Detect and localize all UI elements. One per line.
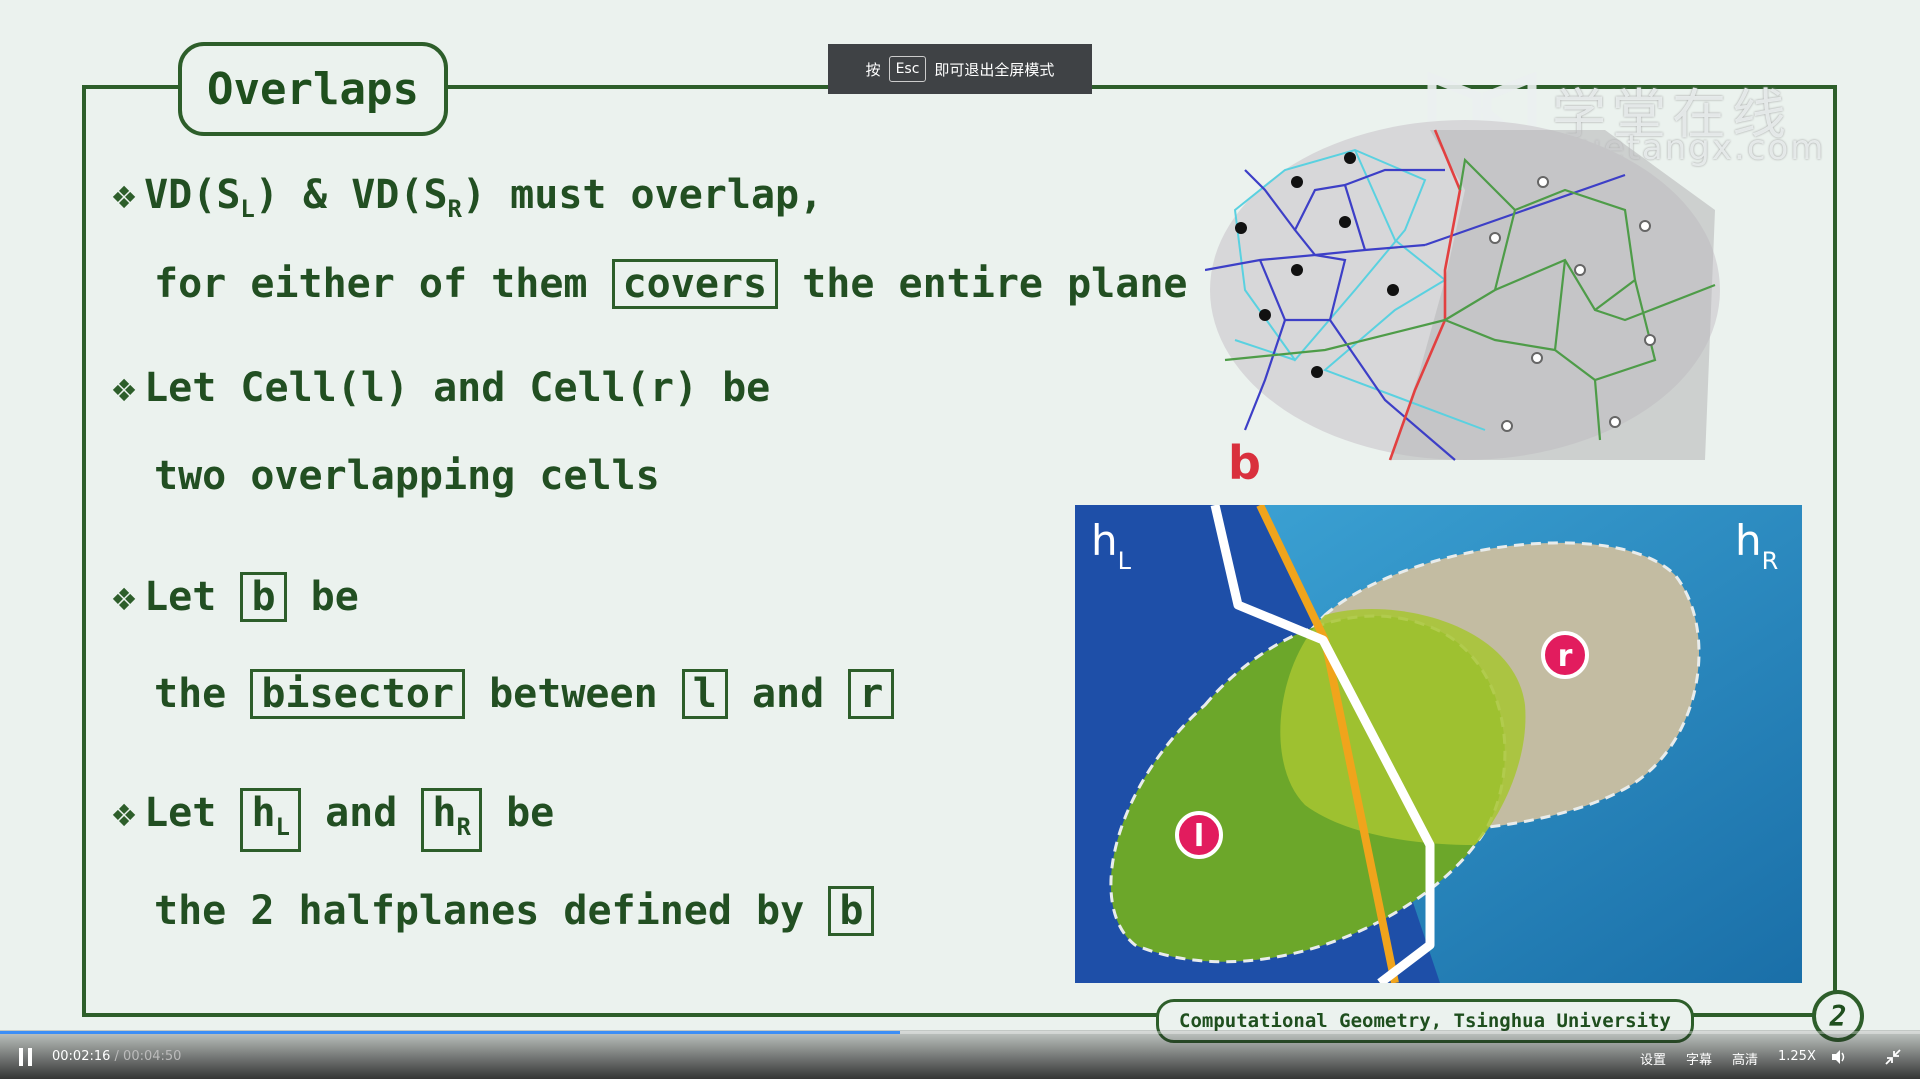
- line-7: ❖ Let hL and hR be: [112, 788, 554, 852]
- r-box: r: [848, 669, 895, 719]
- settings-button[interactable]: 设置: [1640, 1049, 1666, 1068]
- l7-pre: Let: [144, 790, 217, 836]
- speed-button[interactable]: 1.25X: [1778, 1049, 1816, 1064]
- l-box: l: [681, 669, 728, 719]
- l6-and: and: [751, 671, 825, 717]
- hr-box-sub: R: [456, 813, 471, 841]
- slide-title-text: Overlaps: [207, 63, 419, 115]
- l8-pre: the 2 halfplanes defined by: [154, 888, 805, 934]
- b-box-2: b: [828, 886, 875, 936]
- l3: Let Cell(l) and Cell(r) be: [144, 365, 771, 411]
- l1-pre: VD(S: [144, 172, 241, 218]
- l2-pre: for either of them: [154, 261, 588, 307]
- l7-post: be: [506, 790, 555, 836]
- video-controls: [0, 1030, 1920, 1079]
- current-time: 00:02:16: [52, 1049, 111, 1064]
- bisector-box: bisector: [250, 669, 465, 719]
- time-separator: /: [110, 1049, 124, 1064]
- bullet-icon: ❖: [112, 172, 137, 218]
- time-display: 00:02:16 / 00:04:50: [52, 1049, 181, 1064]
- voronoi-merge-diagram: [1205, 120, 1720, 461]
- bullet-icon: ❖: [112, 365, 137, 411]
- hr-label-sub: R: [1762, 547, 1779, 575]
- line-8: the 2 halfplanes defined by b: [154, 886, 875, 936]
- l5-pre: Let: [144, 574, 217, 620]
- line-4: two overlapping cells: [154, 453, 660, 499]
- l7-and: and: [325, 790, 398, 836]
- l1-sub1: L: [240, 195, 255, 223]
- progress-fill: [0, 1031, 901, 1034]
- volume-icon[interactable]: [1830, 1048, 1848, 1066]
- subtitles-button[interactable]: 字幕: [1686, 1049, 1712, 1068]
- hr-box: hR: [421, 788, 482, 852]
- hl-box: hL: [240, 788, 301, 852]
- progress-bar[interactable]: [0, 1031, 1920, 1034]
- page-number-text: 2: [1829, 999, 1847, 1033]
- line-3: ❖ Let Cell(l) and Cell(r) be: [112, 365, 770, 411]
- pause-icon[interactable]: [18, 1048, 34, 1066]
- slide-title: Overlaps: [178, 42, 448, 136]
- hl-label-h: h: [1091, 516, 1118, 565]
- l6-pre: the: [154, 671, 227, 717]
- l5-post: be: [310, 574, 359, 620]
- l4: two overlapping cells: [154, 453, 660, 499]
- hl-box-sub: L: [275, 813, 290, 841]
- line-2: for either of them covers the entire pla…: [154, 259, 1187, 309]
- l2-post: the entire plane: [802, 261, 1188, 307]
- cell-r-text: r: [1558, 639, 1573, 674]
- l6-mid: between: [489, 671, 658, 717]
- hl-box-h: h: [251, 790, 276, 836]
- quality-button[interactable]: 高清: [1732, 1049, 1758, 1068]
- hr-label-h: h: [1735, 516, 1762, 565]
- course-credit-text: Computational Geometry, Tsinghua Univers…: [1179, 1010, 1671, 1032]
- b-box: b: [240, 572, 287, 622]
- l1-sub2: R: [447, 195, 462, 223]
- cell-l-text: l: [1194, 819, 1204, 854]
- line-5: ❖ Let b be: [112, 572, 359, 622]
- fullscreen-exit-hint: 按 Esc 即可退出全屏模式: [828, 44, 1092, 94]
- hr-box-h: h: [432, 790, 457, 836]
- total-time: 00:04:50: [123, 1049, 182, 1064]
- hl-label-sub: L: [1118, 547, 1132, 575]
- l1-post: ) must overlap,: [461, 172, 824, 218]
- line-6: the bisector between l and r: [154, 669, 895, 719]
- halfplane-diagram: l r hL hR: [1075, 505, 1802, 983]
- esc-key: Esc: [888, 56, 927, 82]
- exit-fullscreen-icon[interactable]: [1884, 1048, 1902, 1066]
- bullet-icon: ❖: [112, 790, 137, 836]
- covers-box: covers: [611, 259, 779, 309]
- line-1: ❖ VD(SL) & VD(SR) must overlap,: [112, 172, 823, 223]
- l1-mid: ) & VD(S: [254, 172, 448, 218]
- bisector-label: b: [1228, 436, 1261, 490]
- esc-hint-suffix: 即可退出全屏模式: [934, 60, 1055, 79]
- esc-hint-prefix: 按: [865, 60, 881, 79]
- bullet-icon: ❖: [112, 574, 137, 620]
